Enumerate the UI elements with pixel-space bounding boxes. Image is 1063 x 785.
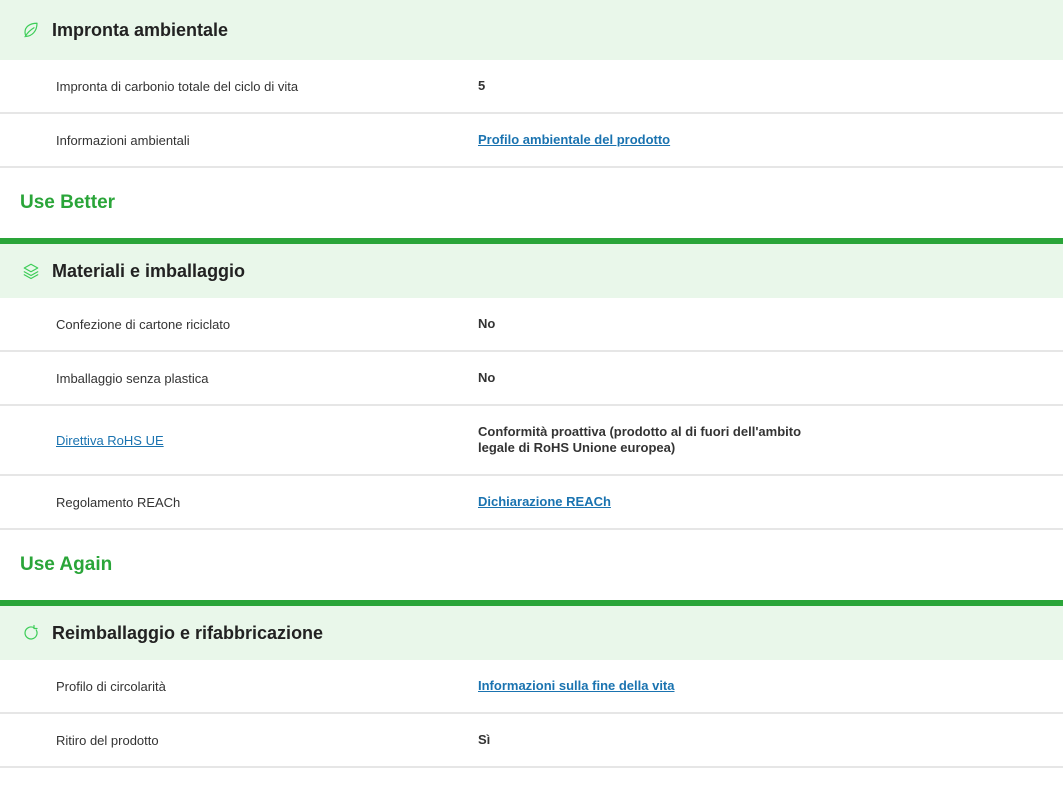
environmental-profile-link[interactable]: Profilo ambientale del prodotto bbox=[478, 132, 670, 147]
row-value: 5 bbox=[478, 78, 486, 93]
row-label: Ritiro del prodotto bbox=[56, 732, 159, 748]
layers-icon bbox=[22, 262, 40, 280]
sustainability-page: Impronta ambientale Impronta di carbonio… bbox=[0, 0, 1063, 768]
reach-declaration-link[interactable]: Dichiarazione REACh bbox=[478, 494, 611, 509]
group-heading-use-better: Use Better bbox=[20, 192, 116, 213]
section-header-environmental-footprint: Impronta ambientale bbox=[0, 0, 1063, 60]
table-row: Imballaggio senza plastica No bbox=[0, 352, 1063, 406]
row-label: Regolamento REACh bbox=[56, 494, 181, 510]
row-label: Imballaggio senza plastica bbox=[56, 370, 209, 386]
row-label: Informazioni ambientali bbox=[56, 132, 190, 148]
group-heading-use-again: Use Again bbox=[20, 554, 113, 575]
table-row: Regolamento REACh Dichiarazione REACh bbox=[0, 476, 1063, 530]
table-row: Informazioni ambientali Profilo ambienta… bbox=[0, 114, 1063, 168]
table-row: Impronta di carbonio totale del ciclo di… bbox=[0, 60, 1063, 114]
table-row: Direttiva RoHS UE Conformità proattiva (… bbox=[0, 406, 1063, 476]
end-of-life-info-link[interactable]: Informazioni sulla fine della vita bbox=[478, 678, 675, 693]
table-row: Confezione di cartone riciclato No bbox=[0, 298, 1063, 352]
section-title: Reimballaggio e rifabbricazione bbox=[52, 622, 324, 643]
section-title: Materiali e imballaggio bbox=[52, 260, 246, 281]
row-label: Profilo di circolarità bbox=[56, 678, 166, 694]
row-value-line: legale di RoHS Unione europea) bbox=[478, 440, 676, 455]
row-value: Sì bbox=[478, 732, 491, 747]
row-value: No bbox=[478, 370, 496, 385]
table-row: Profilo di circolarità Informazioni sull… bbox=[0, 660, 1063, 714]
section-title: Impronta ambientale bbox=[52, 19, 229, 40]
rohs-directive-link[interactable]: Direttiva RoHS UE bbox=[56, 433, 164, 448]
row-label: Impronta di carbonio totale del ciclo di… bbox=[56, 78, 299, 94]
row-value: No bbox=[478, 316, 496, 331]
refresh-icon bbox=[22, 624, 40, 642]
row-value: Conformità proattiva (prodotto al di fuo… bbox=[478, 424, 848, 456]
section-header-repackaging: Reimballaggio e rifabbricazione bbox=[0, 600, 1063, 660]
section-header-materials-packaging: Materiali e imballaggio bbox=[0, 238, 1063, 298]
table-row: Ritiro del prodotto Sì bbox=[0, 714, 1063, 768]
row-value-line: Conformità proattiva (prodotto al di fuo… bbox=[478, 424, 802, 439]
leaf-icon bbox=[22, 21, 40, 39]
row-label: Confezione di cartone riciclato bbox=[56, 316, 231, 332]
